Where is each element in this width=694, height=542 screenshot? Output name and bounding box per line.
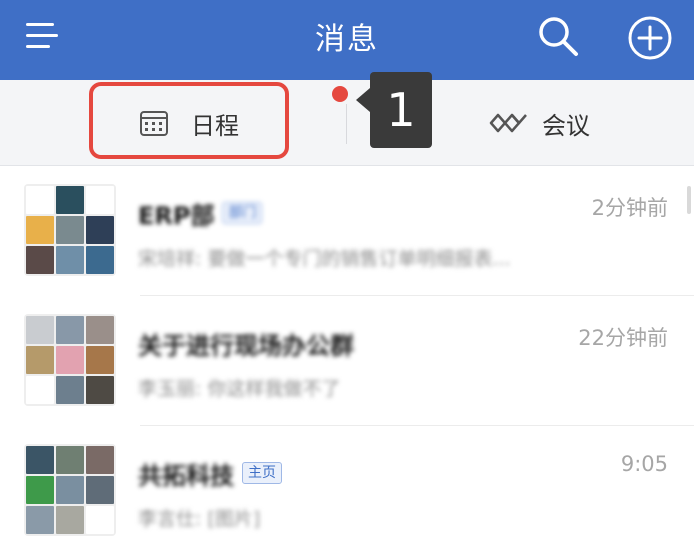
top-bar: 消息	[0, 0, 694, 80]
group-avatar	[24, 184, 116, 276]
conversation-preview: 李言仕: [图片]	[138, 508, 261, 530]
conversation-tag: 主页	[242, 462, 282, 484]
conversation-name: ERP部	[138, 201, 215, 230]
tab-meeting[interactable]: 会议	[488, 80, 618, 166]
conversation-time: 22分钟前	[578, 326, 668, 350]
group-avatar	[24, 314, 116, 406]
conversation-preview: 宋培祥: 要做一个专门的销售订单明细报表...	[138, 248, 511, 270]
step-number-badge: 1	[356, 72, 432, 148]
tab-meeting-label: 会议	[542, 111, 590, 140]
tab-divider	[346, 104, 347, 144]
conversation-time: 9:05	[620, 452, 668, 476]
conversation-tag: 部门	[222, 202, 263, 224]
scrollbar[interactable]	[687, 186, 691, 214]
highlight-box	[89, 82, 289, 159]
group-avatar	[24, 444, 116, 536]
conversation-item[interactable]: ERP部 部门 2分钟前 宋培祥: 要做一个专门的销售订单明细报表...	[0, 166, 694, 296]
add-icon[interactable]	[626, 14, 674, 62]
conversation-name: 关于进行现场办公群	[138, 331, 354, 360]
conversation-item[interactable]: 共拓科技 主页 9:05 李言仕: [图片]	[0, 426, 694, 542]
conversation-time: 2分钟前	[591, 196, 668, 220]
red-dot-marker	[332, 86, 348, 102]
search-icon[interactable]	[536, 14, 580, 58]
page-title: 消息	[315, 22, 379, 57]
conversation-name: 共拓科技	[138, 461, 234, 490]
meeting-icon	[489, 113, 527, 133]
conversation-item[interactable]: 关于进行现场办公群 22分钟前 李玉丽: 你这样我做不了	[0, 296, 694, 426]
conversation-preview: 李玉丽: 你这样我做不了	[138, 378, 341, 400]
